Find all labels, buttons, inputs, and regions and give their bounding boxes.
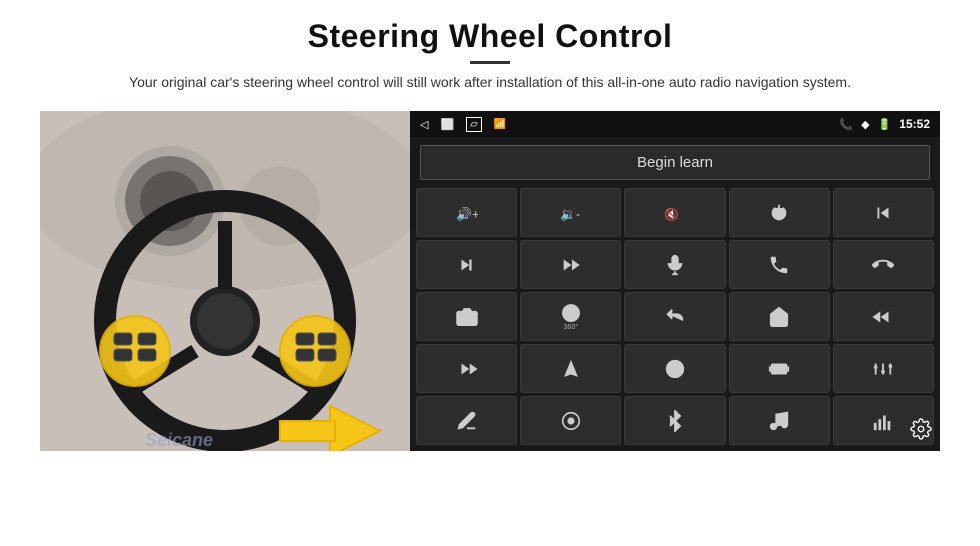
svg-text:Seicane: Seicane xyxy=(145,430,213,450)
status-bar: ◁ ⬜ ▱ 📶 📞 ◆ 🔋 15:52 xyxy=(410,111,940,137)
head-unit: ◁ ⬜ ▱ 📶 📞 ◆ 🔋 15:52 Begin learn xyxy=(410,111,940,451)
control-grid: 🔊+ 🔉- 🔇 xyxy=(410,188,940,451)
svg-text:🔇: 🔇 xyxy=(664,207,679,221)
wifi-status-icon: ◆ xyxy=(861,118,869,131)
gear-settings-icon[interactable] xyxy=(910,418,932,445)
begin-learn-row: Begin learn xyxy=(410,137,940,188)
battery-status-icon: 🔋 xyxy=(878,118,892,131)
rewind-button[interactable] xyxy=(833,292,934,341)
360-view-button[interactable]: 360° xyxy=(520,292,621,341)
home-button[interactable] xyxy=(729,292,830,341)
phone-button[interactable] xyxy=(729,240,830,289)
steering-wheel-image: Seicane xyxy=(40,111,410,451)
title-divider xyxy=(470,61,510,64)
page-subtitle: Your original car's steering wheel contr… xyxy=(129,72,851,93)
begin-learn-button[interactable]: Begin learn xyxy=(420,145,930,180)
home-nav-icon[interactable]: ⬜ xyxy=(440,118,454,131)
back-button[interactable] xyxy=(624,292,725,341)
vol-down-button[interactable]: 🔉- xyxy=(520,188,621,237)
vol-up-button[interactable]: 🔊+ xyxy=(416,188,517,237)
navigate-button[interactable] xyxy=(520,344,621,393)
seek-forward-button[interactable] xyxy=(520,240,621,289)
record-button[interactable] xyxy=(729,344,830,393)
swap-button[interactable] xyxy=(624,344,725,393)
pen-button[interactable] xyxy=(416,396,517,445)
equalizer-button[interactable] xyxy=(833,344,934,393)
page-title: Steering Wheel Control xyxy=(129,18,851,55)
camera-button[interactable] xyxy=(416,292,517,341)
page-container: Steering Wheel Control Your original car… xyxy=(0,0,980,546)
status-bar-info: 📞 ◆ 🔋 15:52 xyxy=(839,117,930,131)
phone-status-icon: 📞 xyxy=(839,118,853,131)
prev-track-button[interactable] xyxy=(833,188,934,237)
microphone-button[interactable] xyxy=(624,240,725,289)
svg-text:🔊+: 🔊+ xyxy=(456,205,478,222)
hang-up-button[interactable] xyxy=(833,240,934,289)
svg-text:🔉-: 🔉- xyxy=(560,206,580,222)
mute-button[interactable]: 🔇 xyxy=(624,188,725,237)
bluetooth-button[interactable] xyxy=(624,396,725,445)
status-bar-nav: ◁ ⬜ ▱ 📶 xyxy=(420,117,506,132)
sim-icon: 📶 xyxy=(494,119,506,130)
music-button[interactable] xyxy=(729,396,830,445)
title-section: Steering Wheel Control Your original car… xyxy=(129,18,851,93)
settings-button[interactable] xyxy=(520,396,621,445)
time-display: 15:52 xyxy=(899,117,930,131)
content-area: Seicane ◁ ⬜ ▱ 📶 📞 ◆ 🔋 15:52 xyxy=(40,111,940,451)
next-button[interactable] xyxy=(416,240,517,289)
fast-forward-button[interactable] xyxy=(416,344,517,393)
power-button[interactable] xyxy=(729,188,830,237)
back-nav-icon[interactable]: ◁ xyxy=(420,118,428,131)
recents-nav-icon[interactable]: ▱ xyxy=(466,117,482,132)
